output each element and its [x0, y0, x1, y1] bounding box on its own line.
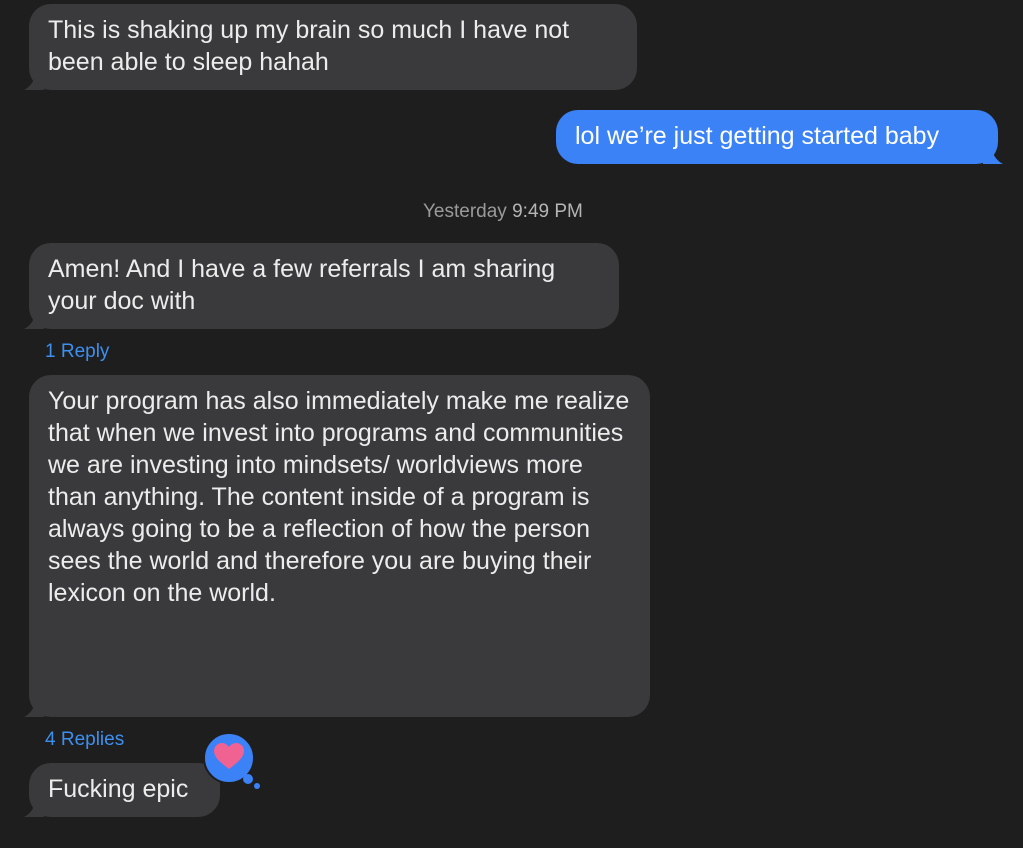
bubble-tail-icon	[24, 68, 44, 90]
heart-reaction-icon[interactable]	[204, 733, 260, 789]
incoming-message-bubble[interactable]: This is shaking up my brain so much I ha…	[24, 4, 637, 90]
message-text: Fucking epic	[48, 775, 189, 803]
bubble-tail-icon	[24, 307, 44, 329]
incoming-message-bubble[interactable]: Fucking epic	[24, 763, 220, 817]
bubble-tail-icon	[24, 695, 44, 717]
bubble-tail-icon	[983, 142, 1003, 164]
incoming-message-bubble[interactable]: Amen! And I have a few referrals I am sh…	[24, 243, 619, 329]
message-text: lol we’re just getting started baby	[575, 122, 940, 150]
incoming-message-bubble[interactable]: Your program has also immediately make m…	[24, 375, 650, 717]
message-text: This is shaking up my brain so much I ha…	[48, 16, 570, 76]
timestamp-time: 9:49 PM	[512, 201, 583, 222]
messages-transcript: This is shaking up my brain so much I ha…	[0, 0, 1023, 848]
thread-replies-link[interactable]: 4 Replies	[45, 728, 124, 752]
thread-replies-link[interactable]: 1 Reply	[45, 340, 109, 364]
timestamp-day: Yesterday	[423, 201, 507, 222]
message-text: Amen! And I have a few referrals I am sh…	[48, 255, 556, 315]
message-timestamp: Yesterday 9:49 PM	[423, 200, 583, 224]
bubble-tail-icon	[24, 795, 44, 817]
message-text: Your program has also immediately make m…	[48, 387, 630, 607]
outgoing-message-bubble[interactable]: lol we’re just getting started baby	[556, 110, 1003, 164]
